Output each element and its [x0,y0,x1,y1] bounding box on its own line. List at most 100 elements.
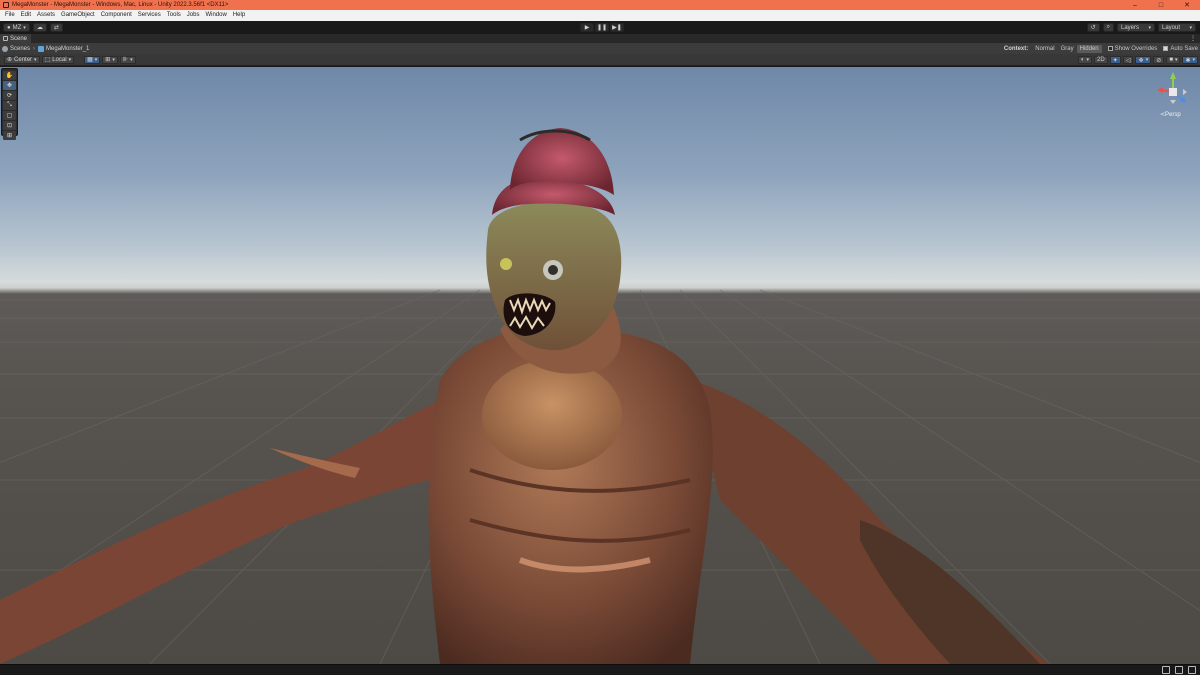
menu-tools[interactable]: Tools [164,10,184,21]
chevron-down-icon: ▾ [94,56,98,63]
menu-assets[interactable]: Assets [34,10,58,21]
scene-render [0,128,1200,664]
close-button[interactable]: ✕ [1174,0,1200,10]
more-options-icon[interactable]: ⋮ [1190,35,1196,42]
custom-tool-icon[interactable]: ⊞ [3,131,16,140]
eye-slash-icon: ⊘ [1156,57,1162,64]
status-debug-icon[interactable] [1175,666,1183,674]
account-label: MZ [12,24,22,31]
minimize-button[interactable]: – [1122,0,1148,10]
play-button[interactable]: ▶ [580,23,594,32]
rotate-tool-icon[interactable]: ⟳ [3,91,16,100]
chevron-down-icon: ▾ [1189,24,1192,31]
status-bar [0,664,1200,675]
chevron-down-icon: ▾ [1192,57,1195,63]
auto-save-label: Auto Save [1170,45,1198,52]
play-controls: ▶ ❚❚ ▶❚ [579,23,624,32]
chevron-down-icon: ▾ [23,24,26,31]
snap-increment-dropdown[interactable]: ⊞ ▾ [102,55,118,64]
increment-snap-toggle[interactable]: ⊪ ▾ [119,55,136,64]
chevron-down-icon: ▾ [68,56,72,63]
layers-dropdown[interactable]: Layers ▾ [1117,23,1155,32]
gizmo-x-axis-icon [1157,87,1163,93]
prefab-cube-icon [38,45,45,52]
chevron-down-icon: ▾ [34,56,37,63]
ruler-icon: ⊪ [122,57,129,63]
rect-tool-icon[interactable]: ▢ [3,111,16,120]
scene-toolbar: ⊕ Center ▾ ⬚ Local ▾ ▦ ▾ ⊞ ▾ ⊪ ▾ ◐ ▾ 2D … [0,54,1200,66]
maximize-button[interactable]: □ [1148,0,1174,10]
layout-label: Layout [1162,24,1181,31]
shading-icon: ◐ [1080,57,1085,63]
menu-gameobject[interactable]: GameObject [58,10,98,21]
toolbar-right: ↺ ⌕ Layers ▾ Layout ▾ [1084,23,1196,32]
breadcrumb-separator-icon: › [33,45,36,52]
unity-logo-icon [3,2,9,8]
hidden-objects-toggle[interactable]: ⊘ [1153,56,1165,64]
scale-tool-icon[interactable]: ⤡ [3,101,16,110]
status-cache-icon[interactable] [1162,666,1170,674]
menu-help[interactable]: Help [230,10,248,21]
history-icon: ↺ [1090,25,1096,31]
tab-bar: Scene ⋮ [0,34,1200,43]
show-overrides-checkbox[interactable] [1107,46,1113,51]
toggle-2d-button[interactable]: 2D [1094,56,1108,64]
effects-dropdown[interactable]: ❖ ▾ [1135,56,1152,64]
window-title: MegaMonster - MegaMonster - Windows, Mac… [12,2,229,8]
version-control-button[interactable]: ⇄ [49,23,63,32]
menu-services[interactable]: Services [135,10,164,21]
window-controls: – □ ✕ [1122,0,1200,10]
draw-mode-dropdown[interactable]: ◐ ▾ [1077,56,1093,64]
view-tool-hand-icon[interactable]: ✋ [3,71,16,80]
step-button[interactable]: ▶❚ [610,23,624,32]
grid-snap-toggle[interactable]: ▦ ▾ [84,55,101,64]
status-icons [1157,666,1196,674]
breadcrumb-prefab[interactable]: MegaMonster_1 [38,45,90,52]
context-hidden[interactable]: Hidden [1076,44,1102,53]
gizmos-dropdown[interactable]: ✱ ▾ [1182,56,1198,64]
tab-scene-label: Scene [10,35,28,42]
menu-component[interactable]: Component [98,10,135,21]
search-icon: ⌕ [1106,24,1110,30]
auto-save-checkbox[interactable] [1163,46,1169,51]
menu-edit[interactable]: Edit [18,10,34,21]
tab-scene[interactable]: Scene [0,34,32,43]
search-button[interactable]: ⌕ [1102,23,1114,32]
context-normal[interactable]: Normal [1032,45,1057,53]
lighting-toggle[interactable]: ✦ [1109,56,1121,64]
prefab-context-group: Context: Normal Gray Hidden Show Overrid… [1004,43,1198,54]
space-dropdown[interactable]: ⬚ Local ▾ [41,55,75,64]
projection-label[interactable]: ≺Persp [1160,111,1181,118]
pivot-dropdown[interactable]: ⊕ Center ▾ [4,55,40,64]
menu-jobs[interactable]: Jobs [184,10,203,21]
effects-icon: ❖ [1138,57,1144,64]
cloud-button[interactable]: ☁ [32,23,47,32]
breadcrumb-scenes[interactable]: Scenes [2,45,31,52]
gizmos-icon: ✱ [1185,57,1191,64]
chevron-down-icon: ▾ [130,56,133,63]
camera-settings-dropdown[interactable]: ■ ▾ [1166,56,1181,64]
undo-history-button[interactable]: ↺ [1086,23,1100,32]
layout-dropdown[interactable]: Layout ▾ [1158,23,1196,32]
breadcrumb-scenes-label: Scenes [10,45,31,52]
move-tool-icon[interactable]: ✥ [3,81,16,90]
main-toolbar: ● MZ ▾ ☁ ⇄ ▶ ❚❚ ▶❚ ↺ ⌕ Layers ▾ Layout ▾ [0,21,1200,34]
pivot-label: Center [14,56,33,63]
pause-button[interactable]: ❚❚ [595,23,609,32]
grid-icon: ▦ [87,57,93,63]
scene-viewport[interactable] [0,67,1200,664]
status-progress-icon[interactable] [1188,666,1196,674]
breadcrumb-prefab-label: MegaMonster_1 [46,45,90,52]
monster-model [0,128,1050,664]
space-label: Local [52,56,67,63]
menu-window[interactable]: Window [202,10,229,21]
local-space-icon: ⬚ [44,57,51,63]
transform-tool-icon[interactable]: ⊡ [3,121,16,130]
gizmo-y-axis-icon [1170,72,1176,79]
menu-file[interactable]: File [2,10,18,21]
camera-icon: ■ [1169,57,1173,63]
layers-label: Layers [1121,24,1140,31]
audio-toggle[interactable]: ◁ [1122,56,1134,64]
context-gray[interactable]: Gray [1058,45,1077,53]
account-dropdown[interactable]: ● MZ ▾ [3,23,30,32]
